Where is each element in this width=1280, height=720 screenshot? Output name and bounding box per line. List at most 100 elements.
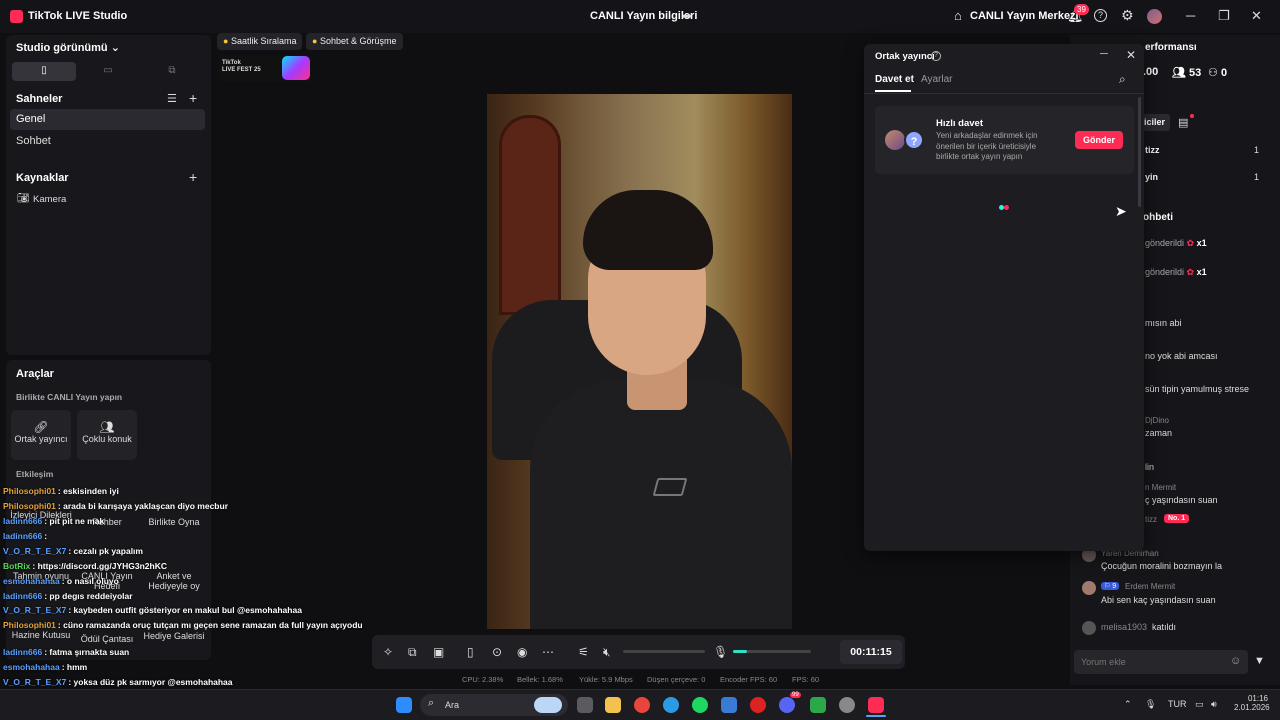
people-icon: 👥︎	[99, 420, 115, 434]
chat-overlay-line: ladinn666: pit pit ne mak	[3, 516, 104, 526]
record-icon[interactable]: ⊙	[492, 645, 502, 659]
viewer-count: 1	[1254, 172, 1260, 182]
chevron-up-icon[interactable]: ⌃	[1124, 699, 1132, 710]
microphone-icon[interactable]: 🎙︎	[713, 645, 728, 659]
effects-icon[interactable]: ⧉	[408, 645, 417, 660]
help-icon[interactable]: ?	[1094, 9, 1107, 22]
upload-stat: Yükle: 5.9 Mbps	[579, 675, 633, 684]
phone-icon[interactable]: ▯	[467, 645, 474, 659]
list-icon[interactable]: ☰	[167, 92, 177, 105]
question-avatar-icon: ?	[904, 130, 924, 150]
treasure-box-tool[interactable]: Hazine Kutusu	[10, 630, 72, 640]
shirt-logo	[652, 478, 688, 496]
audio-settings-icon[interactable]: ⚟	[578, 645, 589, 659]
scrollbar[interactable]	[1138, 97, 1141, 207]
weather-icon[interactable]	[534, 697, 562, 713]
edge-icon[interactable]	[663, 697, 679, 713]
play-together-tool[interactable]: Birlikte Oyna	[143, 517, 205, 527]
steam-icon[interactable]	[721, 697, 737, 713]
viewers-tab[interactable]: iciler	[1140, 114, 1170, 131]
home-icon[interactable]: ⌂	[954, 8, 962, 23]
reward-bag-tool[interactable]: Ödül Çantası	[76, 634, 138, 644]
multi-guest-tool[interactable]: 👥︎ Çoklu konuk	[77, 410, 137, 460]
camera-flip-icon[interactable]: ◉	[517, 645, 527, 659]
language-indicator[interactable]: TUR	[1168, 699, 1187, 709]
speaker-icon[interactable]: 🔊︎	[1211, 699, 1217, 710]
chat-overlay-text: : arada bi karışaya yaklaşcan diyo mecbu…	[57, 501, 228, 511]
chat-message: zaman	[1145, 428, 1173, 438]
scene-item-sohbet[interactable]: Sohbet	[10, 131, 205, 152]
poll-tool[interactable]: Anket ve Hediyeyle oy	[143, 571, 205, 591]
discord-badge: 99	[790, 692, 801, 698]
emoji-icon[interactable]: ☺	[1230, 655, 1241, 667]
microphone-icon[interactable]: 🎙︎	[1145, 699, 1156, 710]
share-icon[interactable]: ➦	[682, 9, 692, 23]
speaker-muted-icon[interactable]: 🔇︎	[603, 645, 611, 660]
chat-overlay-text: : yoksa düz pk sarmıyor @esmohahahaa	[68, 677, 233, 687]
chat-overlay-text: : https://discord.gg/JYHG3n2hKC	[32, 561, 167, 571]
layout-icon[interactable]: ▣	[433, 645, 444, 659]
send-button[interactable]: Gönder	[1075, 131, 1123, 149]
people-icon: 👥︎	[1172, 67, 1186, 79]
clock[interactable]: 01:16 2.01.2026	[1234, 694, 1270, 712]
popup-title: Ortak yayıncı	[875, 51, 935, 62]
chat-overlay-line: Philosophi01: eskisinden iyi	[3, 486, 119, 496]
avatar	[1082, 621, 1096, 635]
tab-settings[interactable]: Ayarlar	[921, 74, 953, 85]
level-badge: ⚐ 9	[1101, 582, 1120, 590]
memory-stat: Bellek: 1.68%	[517, 675, 563, 684]
co-host-tool[interactable]: 🔗︎ Ortak yayıncı	[11, 410, 71, 460]
encoder-fps-stat: Encoder FPS: 60	[720, 675, 778, 684]
popup-minimize-icon[interactable]: ─	[1100, 48, 1108, 60]
chat-overlay-line: V_O_R_T_E_X7: kaybeden outfit gösteriyor…	[3, 605, 302, 615]
gift-gallery-tool[interactable]: Hediye Galerisi	[143, 631, 205, 641]
source-item-camera[interactable]: Kamera	[33, 194, 66, 205]
hourly-ranking-chip[interactable]: ● Saatlik Sıralama	[217, 33, 303, 50]
avatar[interactable]	[1147, 9, 1162, 24]
help-icon[interactable]: ?	[931, 51, 941, 61]
link-icon: 🔗︎	[33, 420, 49, 434]
app-icon[interactable]	[810, 697, 826, 713]
filter-icon[interactable]: ▼	[1254, 655, 1265, 667]
chrome-icon[interactable]	[634, 697, 650, 713]
tab-invite[interactable]: Davet et	[875, 74, 914, 85]
landscape-view-tab[interactable]: ▭	[76, 62, 140, 81]
chat-meeting-chip[interactable]: ● Sohbet & Görüşme	[306, 33, 403, 50]
app-icon[interactable]	[839, 697, 855, 713]
minimize-button[interactable]: ─	[1186, 8, 1195, 23]
task-view-icon[interactable]	[577, 697, 593, 713]
active-tab-indicator	[875, 90, 911, 92]
chat-overlay-line: Philosophi01: arada bi karışaya yaklaşca…	[3, 501, 228, 511]
close-button[interactable]: ✕	[1251, 8, 1262, 24]
maximize-button[interactable]: ❐	[1218, 8, 1230, 24]
add-scene-icon[interactable]: +	[189, 90, 197, 106]
chat-overlay-text: : pit pit ne mak	[44, 516, 105, 526]
engage-title: Etkileşim	[16, 469, 54, 479]
discord-icon[interactable]	[779, 697, 795, 713]
file-explorer-icon[interactable]	[605, 697, 621, 713]
list-icon[interactable]: ▤	[1178, 116, 1188, 129]
gear-icon[interactable]: ⚙	[1121, 7, 1134, 24]
add-source-icon[interactable]: +	[189, 169, 197, 185]
livefest-text: TikTok LIVE FEST 25	[222, 60, 261, 73]
dual-view-tab[interactable]: ⧉	[140, 62, 204, 81]
search-icon[interactable]: ⌕	[1119, 72, 1126, 87]
tiktok-logo-icon	[10, 10, 23, 23]
scene-item-genel[interactable]: Genel	[10, 109, 205, 130]
studio-view-dropdown[interactable]: Studio görünümü ⌄	[16, 41, 120, 54]
opera-icon[interactable]	[750, 697, 766, 713]
chat-user: Erdem Mermit	[1125, 582, 1176, 591]
volume-slider[interactable]	[623, 650, 705, 653]
popup-close-icon[interactable]: ✕	[1126, 48, 1136, 62]
viewer-name: tizz	[1145, 145, 1160, 155]
chat-overlay-user: Philosophi01	[3, 620, 56, 630]
portrait-view-tab[interactable]: ▯	[12, 62, 76, 81]
magic-wand-icon[interactable]: ✧	[383, 645, 393, 659]
windows-start-icon[interactable]	[396, 697, 412, 713]
live-center-button[interactable]: CANLI Yayın Merkezi	[970, 10, 1079, 22]
tiktok-live-icon[interactable]	[868, 697, 884, 713]
divider	[864, 93, 1144, 94]
more-icon[interactable]: ⋯	[542, 645, 554, 659]
monitor-icon[interactable]: ▭	[1195, 699, 1204, 710]
spotify-icon[interactable]	[692, 697, 708, 713]
